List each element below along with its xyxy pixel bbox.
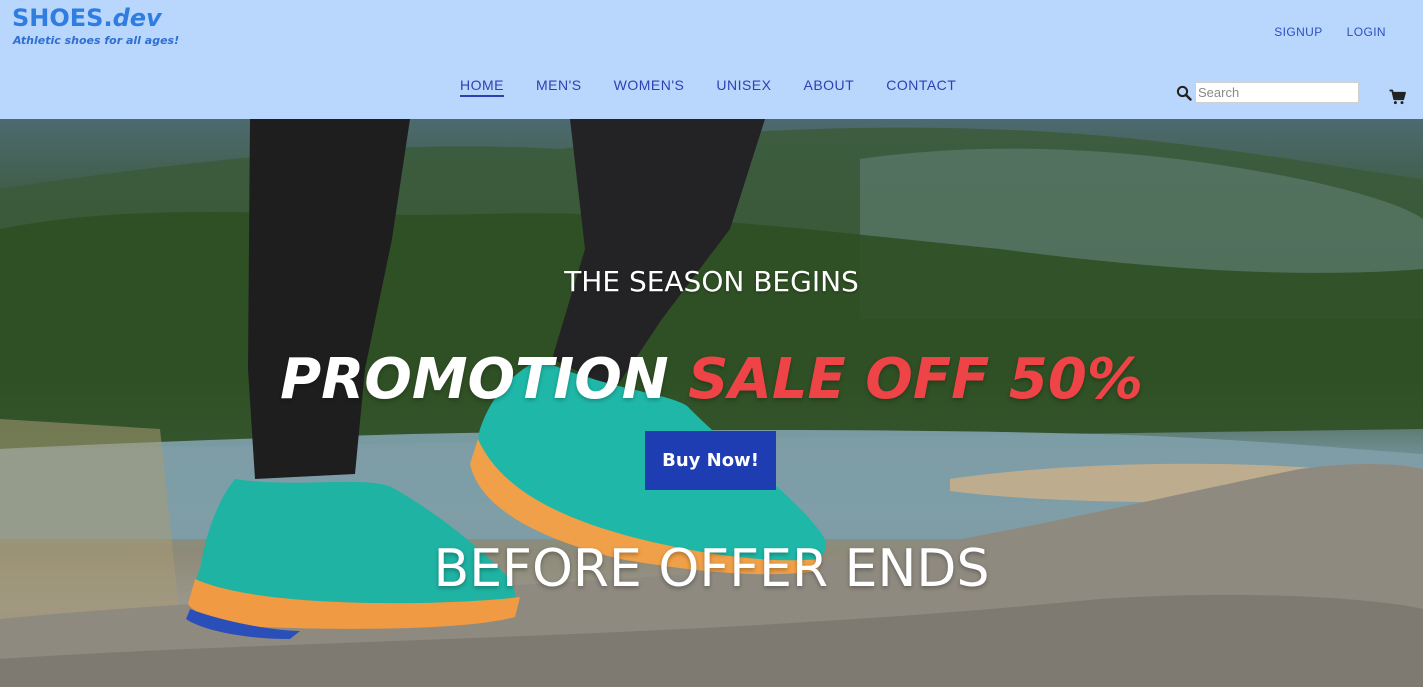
- hero-kicker: THE SEASON BEGINS: [564, 265, 859, 298]
- login-link[interactable]: LOGIN: [1347, 25, 1386, 39]
- main-nav: HOME MEN'S WOMEN'S UNISEX ABOUT CONTACT: [460, 77, 956, 97]
- hero-content: THE SEASON BEGINS PROMOTION SALE OFF 50%…: [0, 119, 1423, 687]
- search-icon[interactable]: [1176, 85, 1192, 101]
- brand-tagline: Athletic shoes for all ages!: [13, 34, 180, 47]
- hero-footer-text: BEFORE OFFER ENDS: [433, 539, 990, 599]
- site-header: SHOES.dev Athletic shoes for all ages! S…: [0, 0, 1423, 119]
- brand[interactable]: SHOES.dev Athletic shoes for all ages!: [12, 3, 179, 47]
- brand-logo[interactable]: SHOES.dev: [12, 3, 179, 33]
- nav-item-womens[interactable]: WOMEN'S: [614, 77, 685, 97]
- headline-sale: SALE OFF 50%: [688, 347, 1143, 412]
- nav-item-contact[interactable]: CONTACT: [886, 77, 956, 97]
- nav-item-mens[interactable]: MEN'S: [536, 77, 582, 97]
- brand-name-text: SHOES.: [12, 4, 113, 32]
- nav-item-home[interactable]: HOME: [460, 77, 504, 97]
- signup-link[interactable]: SIGNUP: [1274, 25, 1322, 39]
- hero-headline: PROMOTION SALE OFF 50%: [0, 347, 1423, 412]
- brand-name-suffix: dev: [112, 4, 162, 32]
- nav-item-about[interactable]: ABOUT: [803, 77, 854, 97]
- nav-item-unisex[interactable]: UNISEX: [716, 77, 771, 97]
- search-bar: [1176, 82, 1359, 103]
- cart-icon[interactable]: [1389, 89, 1406, 105]
- hero-banner: THE SEASON BEGINS PROMOTION SALE OFF 50%…: [0, 119, 1423, 687]
- headline-main: PROMOTION: [280, 347, 689, 412]
- buy-now-button[interactable]: Buy Now!: [645, 431, 776, 490]
- search-input[interactable]: [1195, 82, 1359, 103]
- auth-links: SIGNUP LOGIN: [1274, 25, 1386, 39]
